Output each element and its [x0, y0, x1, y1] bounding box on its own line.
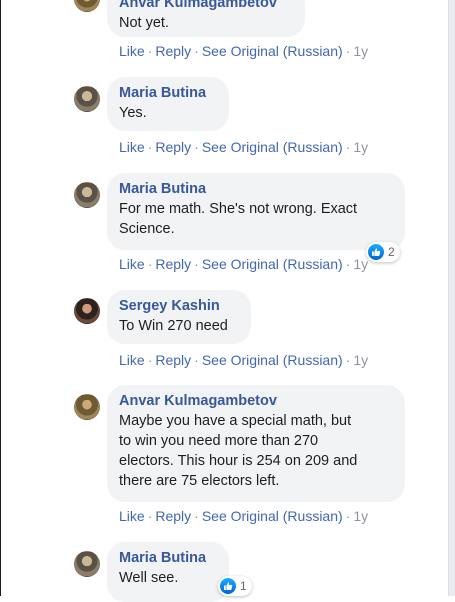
- comment-text: For me math. She's not wrong. Exact: [119, 201, 358, 217]
- separator: ·: [194, 352, 199, 368]
- like-reaction-icon: [220, 578, 236, 594]
- like-link[interactable]: Like: [119, 352, 145, 368]
- timestamp[interactable]: 1y: [353, 508, 368, 524]
- see-original-link[interactable]: See Original (Russian): [202, 256, 343, 272]
- comment-author[interactable]: Maria Butina: [119, 549, 217, 568]
- reply-link[interactable]: Reply: [155, 256, 191, 272]
- avatar[interactable]: [74, 551, 100, 577]
- separator: ·: [147, 139, 153, 155]
- reaction-badge[interactable]: 1: [218, 576, 252, 596]
- comment-bubble: Anvar Kulmagambetov Not yet.: [107, 0, 305, 37]
- like-link[interactable]: Like: [119, 256, 145, 272]
- like-link[interactable]: Like: [119, 139, 145, 155]
- comment-actions: Like · Reply · See Original (Russian) · 1y: [119, 139, 368, 155]
- reaction-count: 2: [388, 245, 395, 259]
- timestamp[interactable]: 1y: [353, 139, 368, 155]
- avatar[interactable]: [74, 394, 100, 420]
- comment-text: to win you need more than 270: [119, 433, 319, 449]
- see-original-link[interactable]: See Original (Russian): [202, 43, 343, 59]
- comment-text: Not yet.: [119, 15, 169, 31]
- comment-text: electors. This hour is 254 on 209 and: [119, 453, 358, 469]
- comment-text: Science.: [119, 221, 175, 237]
- timestamp[interactable]: 1y: [353, 352, 368, 368]
- comment-thread: Anvar Kulmagambetov Not yet. Like · Reply ·…: [0, 0, 449, 602]
- reply-link[interactable]: Reply: [155, 43, 191, 59]
- comment-author[interactable]: Maria Butina: [119, 180, 393, 199]
- comment-author[interactable]: Maria Butina: [119, 84, 217, 103]
- separator: ·: [147, 43, 153, 59]
- comment-text: Yes.: [119, 105, 147, 121]
- reaction-count: 1: [240, 579, 247, 593]
- separator: ·: [194, 508, 199, 524]
- separator: ·: [345, 256, 351, 272]
- comment-bubble: Sergey Kashin To Win 270 need: [107, 290, 251, 344]
- comment-text: To Win 270 need: [119, 318, 228, 334]
- separator: ·: [194, 139, 199, 155]
- reply-link[interactable]: Reply: [155, 352, 191, 368]
- see-original-link[interactable]: See Original (Russian): [202, 139, 343, 155]
- comment-actions: Like · Reply · See Original (Russian) · 1y: [119, 256, 368, 272]
- reply-link[interactable]: Reply: [155, 139, 191, 155]
- avatar[interactable]: [74, 182, 100, 208]
- separator: ·: [147, 256, 153, 272]
- comment-author[interactable]: Anvar Kulmagambetov: [119, 392, 393, 411]
- like-link[interactable]: Like: [119, 508, 145, 524]
- timestamp[interactable]: 1y: [353, 43, 368, 59]
- comment-actions: Like · Reply · See Original (Russian) · 1y: [119, 43, 368, 59]
- separator: ·: [345, 139, 351, 155]
- avatar[interactable]: [74, 0, 100, 12]
- avatar[interactable]: [74, 298, 100, 324]
- comment-bubble: Maria Butina Well see.: [107, 542, 229, 602]
- like-link[interactable]: Like: [119, 43, 145, 59]
- timestamp[interactable]: 1y: [353, 256, 368, 272]
- comment-author[interactable]: Anvar Kulmagambetov: [119, 0, 293, 13]
- comment-bubble: Maria Butina Yes.: [107, 77, 229, 131]
- comment-text: there are 75 electors left.: [119, 473, 280, 489]
- separator: ·: [345, 508, 351, 524]
- comment-bubble: Anvar Kulmagambetov Maybe you have a spe…: [107, 385, 405, 502]
- comment-bubble: Maria Butina For me math. She's not wron…: [107, 173, 405, 250]
- comment-text: Maybe you have a special math, but: [119, 413, 352, 429]
- separator: ·: [194, 256, 199, 272]
- see-original-link[interactable]: See Original (Russian): [202, 352, 343, 368]
- see-original-link[interactable]: See Original (Russian): [202, 508, 343, 524]
- reaction-badge[interactable]: 2: [366, 242, 400, 262]
- comment-text: Well see.: [119, 570, 179, 586]
- like-reaction-icon: [368, 244, 384, 260]
- scrollbar-track[interactable]: [448, 0, 455, 596]
- separator: ·: [345, 43, 351, 59]
- comment-actions: Like · Reply · See Original (Russian) · 1y: [119, 508, 368, 524]
- separator: ·: [194, 43, 199, 59]
- separator: ·: [345, 352, 351, 368]
- separator: ·: [147, 352, 153, 368]
- avatar[interactable]: [74, 86, 100, 112]
- comment-author[interactable]: Sergey Kashin: [119, 297, 239, 316]
- separator: ·: [147, 508, 153, 524]
- comment-actions: Like · Reply · See Original (Russian) · 1y: [119, 352, 368, 368]
- reply-link[interactable]: Reply: [155, 508, 191, 524]
